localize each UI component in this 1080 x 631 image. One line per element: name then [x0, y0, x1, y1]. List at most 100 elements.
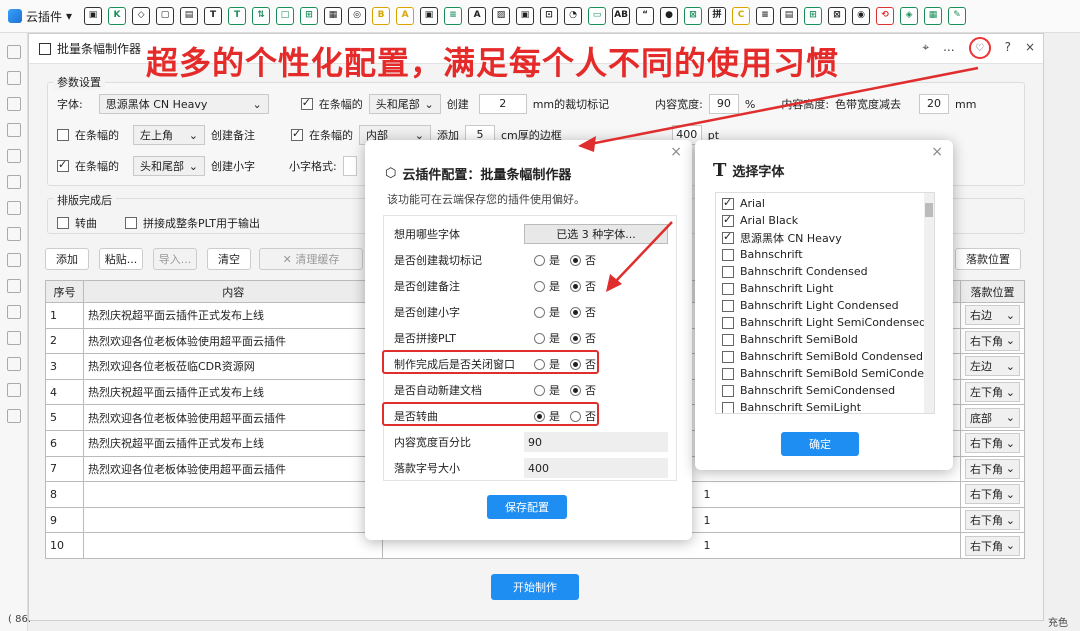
signature-position-select[interactable]: 底部 ⌄	[965, 407, 1020, 428]
font-item[interactable]: 思源黑体 CN Heavy	[716, 229, 934, 246]
tool-icon[interactable]: C	[732, 7, 751, 25]
tool-icon[interactable]: ▣	[516, 7, 535, 25]
font-item[interactable]: Bahnschrift SemiBold	[716, 331, 934, 348]
tool-icon[interactable]	[6, 409, 21, 423]
remark-checkbox[interactable]	[57, 129, 69, 141]
font-checkbox[interactable]	[722, 401, 734, 413]
crop-mark-position-select[interactable]: 头和尾部 ⌄	[368, 94, 441, 114]
font-checkbox[interactable]	[722, 367, 734, 380]
tool-icon[interactable]: ▣	[84, 7, 103, 25]
tool-icon[interactable]	[6, 357, 21, 371]
tool-icon[interactable]: ⊠	[828, 7, 847, 25]
font-checkbox[interactable]	[722, 265, 734, 278]
tool-icon[interactable]: ●	[660, 7, 679, 25]
start-button[interactable]: 开始制作	[491, 574, 579, 600]
font-item[interactable]: Bahnschrift SemiCondensed	[716, 382, 934, 399]
tool-icon[interactable]: ◈	[900, 7, 919, 25]
tool-icon[interactable]	[6, 175, 21, 189]
tool-icon[interactable]: ▭	[588, 7, 607, 25]
font-list-scrollbar[interactable]	[924, 193, 934, 413]
radio-yes[interactable]	[534, 306, 545, 318]
radio-no[interactable]	[570, 332, 581, 344]
signature-position-select[interactable]: 右下角 ⌄	[965, 535, 1020, 556]
signature-position-select[interactable]: 右下角 ⌄	[965, 484, 1020, 505]
tool-icon[interactable]	[6, 279, 21, 293]
tool-icon[interactable]: “	[636, 7, 655, 25]
tool-icon[interactable]: AB	[612, 7, 631, 25]
row-content[interactable]	[82, 481, 384, 508]
clear-button[interactable]: 清空	[207, 248, 251, 270]
signature-position-select[interactable]: 右下角 ⌄	[965, 510, 1020, 531]
tool-icon[interactable]	[6, 97, 21, 111]
tool-icon[interactable]	[6, 305, 21, 319]
font-item[interactable]: Bahnschrift Condensed	[716, 263, 934, 280]
row-content[interactable]: 热烈庆祝超平面云插件正式发布上线	[82, 378, 384, 406]
tool-icon[interactable]: ✎	[948, 7, 967, 25]
font-select[interactable]: 思源黑体 CN Heavy ⌄	[98, 94, 269, 114]
tool-icon[interactable]: B	[372, 7, 391, 25]
font-checkbox[interactable]	[722, 213, 734, 227]
save-config-button[interactable]: 保存配置	[487, 495, 567, 519]
small-text-checkbox[interactable]	[57, 158, 69, 172]
tool-icon[interactable]: ▦	[924, 7, 943, 25]
tool-icon[interactable]: ▤	[180, 7, 199, 25]
radio-no[interactable]	[570, 384, 581, 396]
tool-icon[interactable]	[6, 331, 21, 345]
tool-icon[interactable]: ◔	[564, 7, 583, 25]
tool-icon[interactable]: ⊡	[540, 7, 559, 25]
row-content[interactable]	[82, 506, 384, 534]
row-content[interactable]: 热烈欢迎各位老板体验使用超平面云插件	[82, 455, 384, 483]
tool-icon[interactable]	[6, 123, 21, 137]
font-checkbox[interactable]	[722, 230, 734, 244]
tool-icon[interactable]	[6, 71, 21, 85]
tool-icon[interactable]	[6, 253, 21, 267]
help-button[interactable]: ?	[1005, 40, 1011, 59]
clear-cache-button[interactable]: ✕ 清理缓存	[259, 248, 363, 270]
tool-icon[interactable]: T	[228, 7, 247, 25]
import-button[interactable]: 导入...	[153, 248, 197, 270]
signature-position-select[interactable]: 右下角 ⌄	[965, 433, 1020, 454]
tool-icon[interactable]: ◎	[348, 7, 367, 25]
font-checkbox[interactable]	[722, 299, 734, 312]
row-content[interactable]: 热烈欢迎各位老板莅临CDR资源网	[82, 353, 384, 380]
font-checkbox[interactable]	[722, 248, 734, 261]
tool-icon[interactable]: ⊞	[804, 7, 823, 25]
font-item[interactable]: Bahnschrift Light Condensed	[716, 297, 934, 314]
tool-icon[interactable]: ⊞	[300, 7, 319, 25]
font-checkbox[interactable]	[722, 350, 734, 363]
row-content[interactable]: 热烈欢迎各位老板体验使用超平面云插件	[82, 404, 384, 431]
tool-icon[interactable]: K	[108, 7, 127, 25]
font-item[interactable]: Bahnschrift	[716, 246, 934, 263]
font-checkbox[interactable]	[722, 316, 734, 329]
add-button[interactable]: 添加	[45, 248, 89, 270]
border-checkbox[interactable]	[291, 127, 303, 141]
config-input[interactable]: 90	[524, 432, 668, 452]
config-input[interactable]: 400	[524, 458, 668, 478]
tool-icon[interactable]	[6, 227, 21, 241]
font-item[interactable]: Arial Black	[716, 212, 934, 229]
font-item[interactable]: Bahnschrift SemiBold SemiConden	[716, 365, 934, 382]
paste-button[interactable]: 粘贴...	[99, 248, 143, 270]
font-ok-button[interactable]: 确定	[781, 432, 859, 456]
font-checkbox[interactable]	[722, 384, 734, 397]
font-checkbox[interactable]	[722, 196, 734, 210]
tool-icon[interactable]: ▤	[780, 7, 799, 25]
radio-yes[interactable]	[534, 280, 545, 292]
small-text-position-select[interactable]: 头和尾部 ⌄	[133, 156, 205, 176]
app-menu[interactable]: 云插件 ▾	[0, 0, 80, 33]
tool-icon[interactable]: ▦	[324, 7, 343, 25]
signature-position-select[interactable]: 左下角 ⌄	[965, 382, 1020, 403]
tool-icon[interactable]: A	[396, 7, 415, 25]
tool-icon[interactable]: A	[468, 7, 487, 25]
tool-icon[interactable]: ◉	[852, 7, 871, 25]
crop-mark-checkbox[interactable]	[300, 96, 313, 110]
font-item[interactable]: Bahnschrift SemiLight	[716, 399, 934, 413]
remark-position-select[interactable]: 左上角 ⌄	[133, 125, 205, 145]
radio-yes[interactable]	[534, 332, 545, 344]
font-checkbox[interactable]	[722, 333, 734, 346]
scrollbar-thumb[interactable]	[925, 203, 933, 217]
signature-position-select[interactable]: 右下角 ⌄	[965, 330, 1020, 351]
font-item[interactable]: Bahnschrift SemiBold Condensed	[716, 348, 934, 365]
tool-icon[interactable]: ⟲	[876, 7, 895, 25]
tool-icon[interactable]	[6, 383, 21, 397]
